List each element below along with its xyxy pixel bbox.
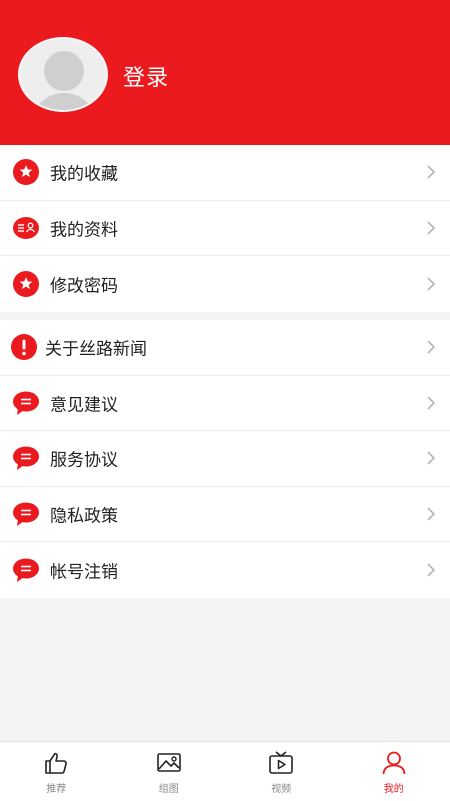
profile-header: 登录: [0, 0, 450, 145]
profile-card-icon: [13, 215, 39, 241]
login-link[interactable]: 登录: [123, 60, 169, 92]
tab-label: 视频: [225, 780, 338, 795]
menu-item-privacy-policy[interactable]: 隐私政策: [0, 487, 450, 543]
menu-item-label: 服务协议: [50, 446, 118, 471]
tab-label: 推荐: [0, 780, 113, 795]
thumbs-up-icon: [43, 751, 69, 775]
menu-item-service-agreement[interactable]: 服务协议: [0, 431, 450, 487]
chevron-right-icon: [426, 220, 436, 236]
bottom-tab-bar: 推荐 组图 视频 我的: [0, 741, 450, 801]
chevron-right-icon: [426, 276, 436, 292]
chevron-right-icon: [426, 450, 436, 466]
tab-gallery[interactable]: 组图: [113, 742, 226, 801]
exclamation-icon: [11, 334, 37, 360]
chat-bubble-icon: [13, 390, 39, 416]
menu-item-label: 隐私政策: [50, 501, 118, 526]
chevron-right-icon: [426, 395, 436, 411]
tab-label: 组图: [113, 780, 226, 795]
menu-group-account: 我的收藏 我的资料 修改密码: [0, 145, 450, 312]
menu-item-my-profile[interactable]: 我的资料: [0, 201, 450, 257]
menu-item-feedback[interactable]: 意见建议: [0, 376, 450, 432]
tab-recommend[interactable]: 推荐: [0, 742, 113, 801]
user-icon: [381, 751, 407, 775]
star-icon: [13, 159, 39, 185]
avatar-head-shape: [44, 51, 84, 91]
menu-item-label: 我的资料: [50, 215, 118, 240]
tab-mine[interactable]: 我的: [338, 742, 450, 801]
chevron-right-icon: [426, 339, 436, 355]
menu-item-about[interactable]: 关于丝路新闻: [0, 320, 450, 376]
menu-item-label: 关于丝路新闻: [45, 335, 147, 360]
menu-item-label: 帐号注销: [50, 557, 118, 582]
chevron-right-icon: [426, 562, 436, 578]
menu-item-label: 我的收藏: [50, 160, 118, 185]
chat-bubble-icon: [13, 501, 39, 527]
avatar-shoulders-shape: [31, 93, 97, 112]
tab-video[interactable]: 视频: [225, 742, 338, 801]
chevron-right-icon: [426, 164, 436, 180]
menu-item-label: 意见建议: [50, 390, 118, 415]
menu-item-label: 修改密码: [50, 271, 118, 296]
menu-item-change-password[interactable]: 修改密码: [0, 256, 450, 312]
tv-play-icon: [268, 751, 294, 775]
menu-item-delete-account[interactable]: 帐号注销: [0, 542, 450, 598]
menu-item-favorites[interactable]: 我的收藏: [0, 145, 450, 201]
image-icon: [156, 751, 182, 775]
avatar[interactable]: [18, 37, 108, 112]
chevron-right-icon: [426, 506, 436, 522]
star-icon: [13, 271, 39, 297]
menu-group-info: 关于丝路新闻 意见建议 服务协议: [0, 320, 450, 598]
chat-bubble-icon: [13, 557, 39, 583]
chat-bubble-icon: [13, 445, 39, 471]
tab-label: 我的: [338, 780, 450, 795]
